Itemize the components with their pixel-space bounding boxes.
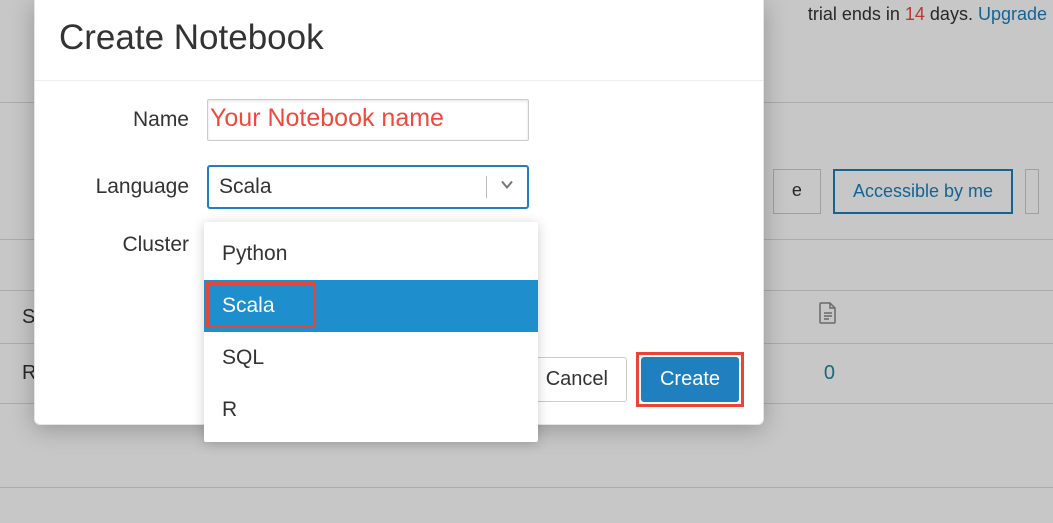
language-option-python[interactable]: Python — [204, 228, 538, 280]
language-option-scala[interactable]: Scala — [204, 280, 538, 332]
language-option-r[interactable]: R — [204, 384, 538, 436]
language-option-scala-label: Scala — [222, 294, 275, 317]
modal-title: Create Notebook — [35, 0, 763, 81]
dropdown-divider — [486, 176, 487, 198]
notebook-name-input[interactable] — [207, 99, 529, 141]
language-label: Language — [59, 175, 207, 199]
chevron-down-icon — [499, 177, 515, 198]
language-options-list: Python Scala SQL R — [204, 222, 538, 442]
language-selected-value: Scala — [219, 175, 272, 199]
create-button-label: Create — [660, 368, 720, 390]
language-option-sql[interactable]: SQL — [204, 332, 538, 384]
cancel-button[interactable]: Cancel — [527, 357, 627, 402]
name-label: Name — [59, 108, 207, 132]
language-dropdown[interactable]: Scala — [207, 165, 529, 209]
create-button[interactable]: Create — [641, 357, 739, 402]
cluster-label: Cluster — [59, 233, 207, 257]
